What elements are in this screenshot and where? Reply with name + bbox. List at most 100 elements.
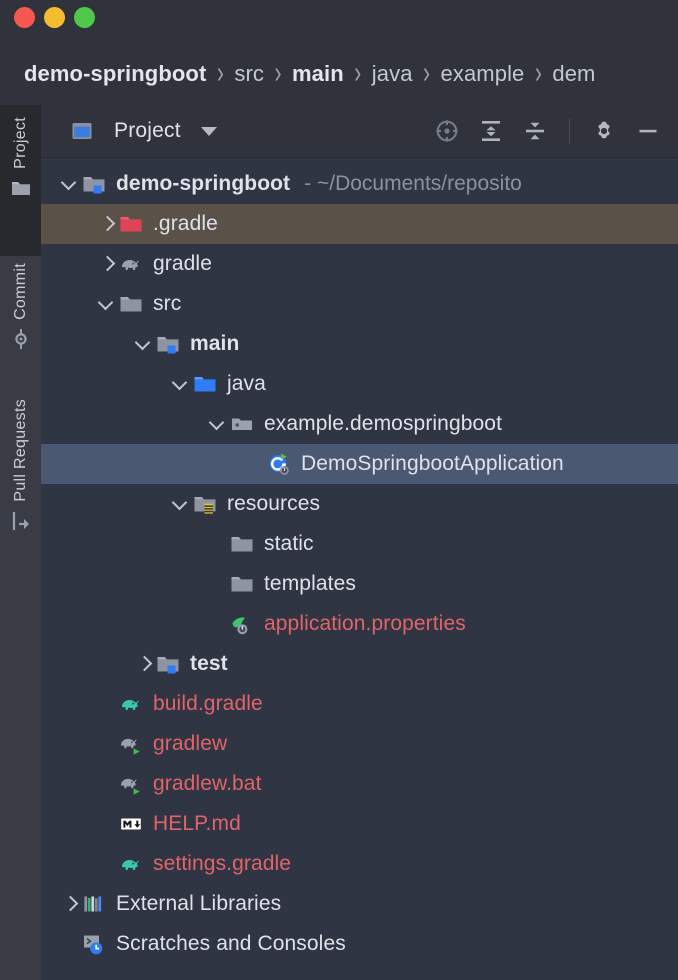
tree-row[interactable]: gradlew.bat [41,764,678,804]
tree-row-label: templates [264,572,356,595]
tree-row[interactable]: build.gradle [41,684,678,724]
tree-row-sublabel: - ~/Documents/reposito [304,172,522,195]
breadcrumb-item-demo-springboot[interactable]: demo-springboot [22,61,208,87]
chevron-right-icon[interactable] [96,253,118,275]
test-root-icon [155,651,181,677]
chevron-down-icon[interactable] [207,413,229,435]
folder-icon [229,571,255,597]
sidebar-item-pull-requests[interactable]: Pull Requests [0,393,41,578]
tree-row-label: gradlew.bat [153,772,262,795]
close-window-button[interactable] [14,7,35,28]
tree-row[interactable]: settings.gradle [41,844,678,884]
collapse-all-icon[interactable] [521,117,549,145]
project-tree[interactable]: demo-springboot - ~/Documents/reposito .gr… [41,158,678,980]
resources-root-icon [192,491,218,517]
breadcrumb-item-example[interactable]: example [439,61,527,87]
tree-row-label: HELP.md [153,812,241,835]
traffic-lights [14,7,95,28]
external-libraries-icon [81,891,107,917]
spring-class-run-icon [266,451,292,477]
gear-icon[interactable] [590,117,618,145]
tree-row-label: gradle [153,252,212,275]
sidebar-item-commit-label: Commit [11,263,29,320]
chevron-down-icon[interactable] [200,126,217,136]
breadcrumb-item-dem[interactable]: dem [550,61,597,87]
tree-row[interactable]: java [41,364,678,404]
tree-row[interactable]: External Libraries [41,884,678,924]
tree-row[interactable]: .gradle [41,204,678,244]
chevron-down-icon[interactable] [133,333,155,355]
breadcrumb-item-java[interactable]: java [370,61,415,87]
chevron-down-icon[interactable] [170,493,192,515]
tree-row-label: static [264,532,314,555]
chevron-down-icon[interactable] [96,293,118,315]
folder-icon [118,291,144,317]
tree-row[interactable]: HELP.md [41,804,678,844]
tree-row-label: test [190,652,228,675]
gradle-elephant-grey-icon [118,251,144,277]
package-icon [229,411,255,437]
zoom-window-button[interactable] [74,7,95,28]
sidebar-item-project[interactable]: Project [0,105,41,256]
ide-window: demo-springboot › src › main › java › example › de… [0,0,678,980]
red-folder-icon [118,211,144,237]
tree-row[interactable]: example.demospringboot [41,404,678,444]
sidebar-item-commit[interactable]: Commit [0,257,41,382]
tree-row[interactable]: demo-springboot - ~/Documents/reposito [41,164,678,204]
tree-row-label: .gradle [153,212,218,235]
breadcrumb-separator: › [216,56,224,90]
tree-row[interactable]: static [41,524,678,564]
tree-row[interactable]: gradlew [41,724,678,764]
chevron-down-icon[interactable] [170,373,192,395]
tree-row[interactable]: test [41,644,678,684]
breadcrumb-item-main[interactable]: main [290,61,346,87]
panel-actions [433,105,662,157]
tree-row-label: Scratches and Consoles [116,932,346,955]
title-bar: demo-springboot › src › main › java › example › de… [0,0,678,105]
tree-row-label: application.properties [264,612,466,635]
spring-properties-icon [229,611,255,637]
chevron-down-icon[interactable] [59,173,81,195]
breadcrumb-separator: › [423,56,431,90]
chevron-right-icon[interactable] [59,893,81,915]
tree-row[interactable]: src [41,284,678,324]
scratches-icon [81,931,107,957]
tree-row-label: External Libraries [116,892,282,915]
project-view-selector[interactable]: Project [41,118,217,144]
source-root-icon [192,371,218,397]
sidebar-item-pull-requests-label: Pull Requests [11,399,29,502]
chevron-right-icon[interactable] [96,213,118,235]
breadcrumb-item-src[interactable]: src [232,61,266,87]
tree-row[interactable]: DemoSpringbootApplication [41,444,678,484]
commit-icon [10,328,32,350]
tree-row[interactable]: resources [41,484,678,524]
tree-row[interactable]: application.properties [41,604,678,644]
chevron-right-icon[interactable] [133,653,155,675]
panel-title: Project [114,119,181,142]
tree-row-label: demo-springboot [116,172,291,195]
tree-row[interactable]: templates [41,564,678,604]
expand-all-icon[interactable] [477,117,505,145]
module-folder-icon [81,171,107,197]
gradle-elephant-green-icon [118,691,144,717]
target-icon[interactable] [433,117,461,145]
tree-row-label: DemoSpringbootApplication [301,452,564,475]
tree-row-label: java [227,372,266,395]
breadcrumb-separator: › [354,56,362,90]
tree-row-label: build.gradle [153,692,263,715]
tree-row[interactable]: Scratches and Consoles [41,924,678,964]
minimize-window-button[interactable] [44,7,65,28]
tree-row-label: src [153,292,182,315]
gradle-elephant-run-icon [118,731,144,757]
folder-icon [10,177,32,199]
tree-row[interactable]: main [41,324,678,364]
breadcrumb-separator: › [534,56,542,90]
minimize-icon[interactable] [634,117,662,145]
tree-row[interactable]: gradle [41,244,678,284]
